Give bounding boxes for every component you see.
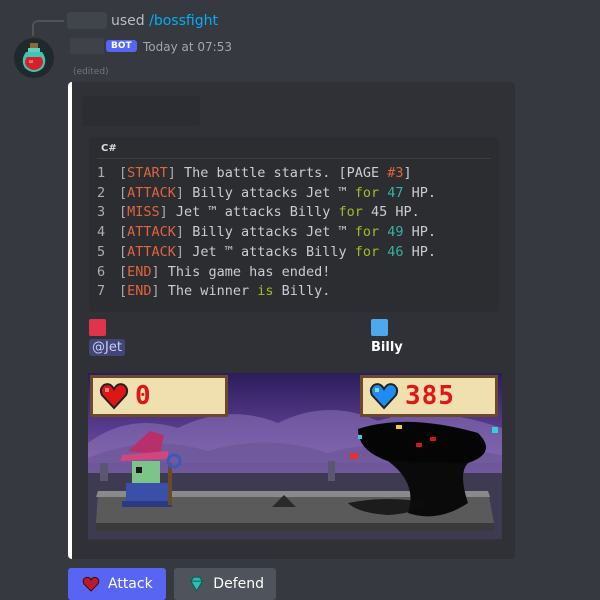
- code-token: START: [127, 165, 168, 181]
- code-token: [: [119, 204, 128, 221]
- code-line: 2 [ATTACK] Billy attacks Jet ™ for 47 HP.: [97, 184, 436, 204]
- reply-connector: [32, 20, 64, 36]
- reply-command[interactable]: /bossfight: [149, 13, 218, 29]
- embed: C# 1 [START] The battle starts. [PAGE #3]…: [68, 82, 515, 559]
- defend-label: Defend: [213, 576, 264, 592]
- player-color-swatch: [89, 319, 106, 336]
- code-token: ]: [175, 224, 185, 241]
- code-line: 3 [MISS] Jet ™ attacks Billy for 45 HP.: [97, 203, 436, 223]
- player-jet: @Jet: [89, 319, 125, 356]
- code-token: HP.: [403, 184, 437, 201]
- code-token: END: [127, 263, 152, 280]
- code-token: is: [257, 283, 274, 300]
- player-hp-value: 0: [135, 381, 152, 411]
- code-token: Jet ™ attacks Billy: [167, 204, 339, 221]
- bot-badge: BOT: [106, 40, 137, 52]
- line-number: 4: [97, 224, 106, 241]
- code-token: END: [127, 283, 152, 300]
- code-token: 45 HP.: [362, 204, 420, 221]
- code-line: 4 [ATTACK] Billy attacks Jet ™ for 49 HP.: [97, 223, 436, 243]
- player-name: Billy: [371, 340, 403, 355]
- code-token: Billy attacks Jet ™: [184, 184, 355, 201]
- code-language: C#: [101, 143, 117, 154]
- code-token: ]: [151, 263, 160, 280]
- code-token: for: [338, 204, 363, 221]
- code-token: ]: [159, 204, 168, 221]
- code-token: HP.: [403, 243, 437, 260]
- attack-label: Attack: [108, 576, 153, 592]
- embed-title-redacted: [82, 96, 200, 126]
- code-token: Billy.: [273, 283, 331, 300]
- attack-button[interactable]: Attack: [68, 568, 166, 600]
- code-line: 7 [END] The winner is Billy.: [97, 282, 436, 302]
- line-number: 3: [97, 204, 106, 221]
- code-token: [: [119, 165, 128, 181]
- boss-hp-panel: 385: [360, 375, 498, 417]
- gem-icon: [190, 576, 203, 592]
- line-number: 2: [97, 184, 106, 201]
- line-number: 5: [97, 243, 106, 260]
- code-token: for: [354, 243, 380, 260]
- code-token: 49: [387, 224, 404, 241]
- code-token: This game has ended!: [159, 263, 331, 280]
- code-token: [: [119, 283, 128, 300]
- line-number: 1: [97, 165, 106, 181]
- boss-hp-value: 385: [405, 381, 455, 411]
- code-token: The battle starts. [PAGE: [175, 165, 388, 181]
- code-token: ]: [175, 243, 185, 260]
- code-token: ]: [151, 283, 160, 300]
- message-timestamp[interactable]: Today at 07:53: [143, 40, 232, 54]
- code-token: 46: [387, 243, 404, 260]
- player-mention[interactable]: @Jet: [89, 339, 125, 356]
- reply-text: used /bossfight: [111, 13, 218, 29]
- blue-heart-icon: [369, 383, 399, 410]
- code-token: [: [119, 243, 128, 260]
- code-token: ]: [167, 165, 176, 181]
- code-token: Billy attacks Jet ™: [184, 224, 355, 241]
- code-token: HP.: [403, 224, 437, 241]
- edited-label: (edited): [73, 67, 109, 77]
- player-color-swatch: [371, 319, 388, 336]
- line-number: 6: [97, 263, 106, 280]
- code-token: ]: [403, 165, 412, 181]
- code-token: ATTACK: [127, 243, 176, 260]
- player-billy: Billy: [371, 319, 403, 355]
- code-separator: [97, 158, 491, 159]
- heart-icon: [99, 383, 129, 410]
- code-token: MISS: [127, 204, 160, 221]
- code-token: ATTACK: [127, 224, 176, 241]
- player-hp-panel: 0: [90, 375, 228, 417]
- code-token: 47: [387, 184, 404, 201]
- code-line: 6 [END] This game has ended!: [97, 263, 436, 283]
- line-number: 7: [97, 283, 106, 300]
- code-token: [: [119, 184, 128, 201]
- reply-username-redacted[interactable]: [67, 12, 107, 29]
- heart-icon: [82, 576, 100, 592]
- code-token: ATTACK: [127, 184, 176, 201]
- battle-scene-image[interactable]: 0 385: [88, 373, 502, 539]
- code-token: for: [354, 224, 380, 241]
- code-token: [: [119, 224, 128, 241]
- code-token: The winner: [159, 283, 258, 300]
- code-token: ]: [175, 184, 185, 201]
- code-line: 1 [START] The battle starts. [PAGE #3]: [97, 164, 436, 184]
- battle-log-codeblock: C# 1 [START] The battle starts. [PAGE #3]…: [89, 137, 499, 312]
- reply-used-label: used: [111, 13, 145, 29]
- code-token: #3: [387, 165, 404, 181]
- code-lines: 1 [START] The battle starts. [PAGE #3] 2 [A…: [97, 164, 436, 302]
- bot-username-redacted[interactable]: [70, 38, 104, 54]
- bot-avatar[interactable]: [14, 38, 54, 78]
- potion-icon: [14, 38, 54, 78]
- code-token: for: [354, 184, 380, 201]
- code-line: 5 [ATTACK] Jet ™ attacks Billy for 46 HP.: [97, 243, 436, 263]
- code-token: Jet ™ attacks Billy: [184, 243, 355, 260]
- defend-button[interactable]: Defend: [174, 568, 276, 600]
- code-token: [: [119, 263, 128, 280]
